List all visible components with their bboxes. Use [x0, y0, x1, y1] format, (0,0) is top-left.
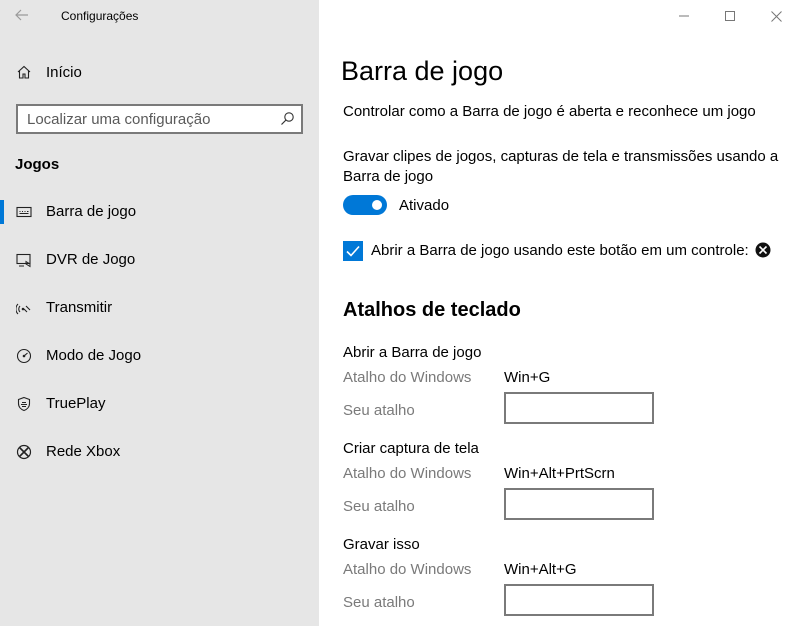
- shortcut-title: Abrir a Barra de jogo: [343, 344, 482, 361]
- custom-shortcut-label: Seu atalho: [343, 594, 415, 611]
- shortcut-title: Gravar isso: [343, 536, 420, 553]
- xbox-icon: [16, 444, 32, 460]
- controller-checkbox[interactable]: [343, 241, 363, 261]
- active-indicator: [0, 200, 4, 224]
- sidebar-item-broadcast[interactable]: Transmitir: [0, 288, 319, 328]
- sidebar-item-label: Transmitir: [46, 299, 113, 316]
- section-heading: Jogos: [15, 156, 60, 173]
- checkmark-icon: [346, 245, 360, 257]
- shortcut-title: Criar captura de tela: [343, 440, 479, 457]
- app-title: Configurações: [61, 9, 139, 23]
- back-button[interactable]: [10, 4, 34, 26]
- page-description: Controlar como a Barra de jogo é aberta …: [343, 103, 756, 120]
- title-bar: Configurações: [0, 0, 319, 32]
- home-link[interactable]: Início: [0, 58, 319, 86]
- back-arrow-icon: [15, 9, 28, 21]
- search-icon[interactable]: [279, 111, 295, 127]
- record-setting-label: Gravar clipes de jogos, capturas de tela…: [343, 148, 779, 185]
- windows-shortcut-value: Win+G: [504, 369, 551, 386]
- custom-shortcut-label: Seu atalho: [343, 498, 415, 515]
- sidebar-item-game-mode[interactable]: Modo de Jogo: [0, 336, 319, 376]
- sidebar-item-label: Rede Xbox: [46, 443, 121, 460]
- toggle-knob: [372, 200, 382, 210]
- search-input[interactable]: [18, 106, 273, 132]
- custom-shortcut-input[interactable]: [504, 488, 654, 520]
- custom-shortcut-label: Seu atalho: [343, 402, 415, 419]
- home-label: Início: [46, 64, 82, 81]
- windows-shortcut-label: Atalho do Windows: [343, 561, 472, 578]
- sidebar-item-label: Modo de Jogo: [46, 347, 142, 364]
- sidebar-item-trueplay[interactable]: TruePlay: [0, 384, 319, 424]
- game-dvr-icon: [16, 253, 31, 268]
- sidebar-item-label: DVR de Jogo: [46, 251, 136, 268]
- record-toggle[interactable]: [343, 195, 387, 215]
- game-bar-icon: [16, 206, 32, 218]
- windows-shortcut-value: Win+Alt+PrtScrn: [504, 465, 615, 482]
- page-title: Barra de jogo: [341, 56, 504, 86]
- game-mode-icon: [16, 348, 32, 364]
- controller-checkbox-label: Abrir a Barra de jogo usando este botão …: [371, 242, 749, 259]
- home-icon: [17, 65, 31, 79]
- sidebar-item-game-dvr[interactable]: DVR de Jogo: [0, 240, 319, 280]
- toggle-state-label: Ativado: [399, 197, 450, 214]
- shortcuts-heading: Atalhos de teclado: [343, 299, 521, 321]
- windows-shortcut-label: Atalho do Windows: [343, 465, 472, 482]
- sidebar-item-label: TruePlay: [46, 395, 106, 412]
- windows-shortcut-label: Atalho do Windows: [343, 369, 472, 386]
- trueplay-icon: [17, 396, 31, 412]
- sidebar: Configurações Início Jogos Barra de jogo…: [0, 0, 319, 626]
- search-box[interactable]: [16, 104, 303, 134]
- custom-shortcut-input[interactable]: [504, 584, 654, 616]
- custom-shortcut-input[interactable]: [504, 392, 654, 424]
- xbox-button-icon: [755, 242, 771, 258]
- windows-shortcut-value: Win+Alt+G: [504, 561, 577, 578]
- broadcast-icon: [16, 303, 31, 315]
- main-content: Barra de jogo Controlar como a Barra de …: [319, 0, 796, 626]
- sidebar-item-label: Barra de jogo: [46, 203, 137, 220]
- sidebar-item-xbox-network[interactable]: Rede Xbox: [0, 432, 319, 472]
- sidebar-item-game-bar[interactable]: Barra de jogo: [0, 192, 319, 232]
